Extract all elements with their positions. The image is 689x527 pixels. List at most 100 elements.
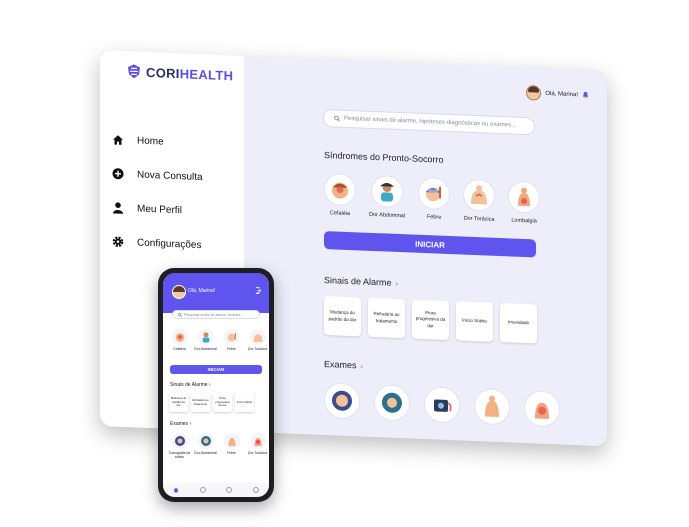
bell-icon[interactable]: [582, 91, 589, 99]
search-input[interactable]: Pesquisar sinais de alarme, hipóteses di…: [323, 108, 535, 136]
syndrome-card-febre[interactable]: Febre: [418, 176, 451, 221]
phone-search-placeholder: Pesquisar sinais de alarme, exames...: [184, 312, 244, 317]
anatomy-icon: [249, 433, 266, 449]
phone-tab-bar: [163, 483, 269, 497]
phone-exam-label: Dor Abdominal: [194, 451, 217, 455]
logout-icon[interactable]: [255, 287, 261, 294]
syndrome-card-dor-abdominal[interactable]: Dor Abdominal: [369, 174, 406, 220]
mri-icon: [197, 433, 214, 449]
alarm-card[interactable]: Início Súbito: [456, 301, 493, 342]
alarm-card[interactable]: Piora progressiva da dor: [412, 299, 449, 341]
sidebar-item-label: Configurações: [137, 236, 202, 251]
exam-card-skull-scan-icon[interactable]: [324, 381, 360, 420]
chevron-right-icon: ›: [395, 280, 398, 288]
skull-scan-icon: [171, 433, 188, 449]
syndrome-card-dor-toracica[interactable]: Dor Torácica: [463, 178, 496, 223]
phone-syndromes-list: Cefaléia Dor Abdominal Febre Dor Torácic…: [168, 329, 269, 351]
user-icon: [112, 201, 124, 214]
plus-circle-icon: [112, 167, 124, 180]
sidebar-item-label: Meu Perfil: [137, 202, 183, 216]
phone-alarm-card[interactable]: Início Súbito: [235, 393, 254, 412]
exam-card-pressure-icon[interactable]: [424, 386, 460, 424]
phone-exam-label: Febre: [227, 451, 236, 455]
alarm-card[interactable]: Mudança do padrão da dor: [324, 295, 361, 337]
phone-syndrome-card[interactable]: Dor Abdominal: [194, 329, 217, 351]
chevron-right-icon: ›: [189, 421, 192, 427]
alarms-title[interactable]: Sinais de Alarme ›: [324, 275, 398, 288]
phone-search-input[interactable]: Pesquisar sinais de alarme, exames...: [172, 310, 260, 319]
headache-icon: [324, 172, 356, 207]
chest-pain-icon: [463, 178, 496, 212]
phone-exam-card[interactable]: Dor Abdominal: [194, 433, 217, 459]
exams-list: [324, 381, 560, 428]
alarm-card[interactable]: Refratária ao tratamento: [368, 297, 405, 339]
phone-syndrome-card[interactable]: Cefaléia: [168, 329, 191, 351]
syndrome-label: Dor Abdominal: [369, 211, 406, 220]
phone-exams-title[interactable]: Exames ›: [170, 421, 191, 427]
brand-name-part1: CORI: [146, 64, 180, 81]
tab-icon[interactable]: [199, 487, 206, 493]
phone-alarms-title-text: Sinais de Alarme: [170, 382, 208, 388]
phone-syndrome-label: Dor Abdominal: [194, 347, 217, 351]
search-icon: [178, 312, 182, 317]
phone-exam-card[interactable]: Dor Torácica: [246, 433, 269, 459]
home-icon[interactable]: [173, 487, 179, 493]
start-button[interactable]: INICIAR: [324, 230, 536, 258]
phone-exam-card[interactable]: Tomografia de crânio: [168, 433, 191, 459]
phone-alarm-card[interactable]: Piora progressiva da dor: [213, 393, 232, 412]
brain-logo-icon: [128, 64, 140, 79]
phone-exam-label: Tomografia de crânio: [168, 451, 191, 460]
syndrome-label: Lombalgia: [511, 217, 537, 225]
headache-icon: [171, 329, 188, 345]
exam-card-mri-icon[interactable]: [374, 384, 410, 422]
user-menu[interactable]: Olá, Marina!: [526, 85, 589, 103]
phone-alarm-card[interactable]: Refratária ao tratamento: [191, 393, 210, 412]
search-icon: [334, 115, 340, 122]
phone-exam-card[interactable]: Febre: [220, 433, 243, 459]
syndromes-title: Síndromes do Pronto-Socorro: [324, 149, 444, 165]
app-logo[interactable]: CORIHEALTH: [126, 63, 233, 83]
phone-syndrome-label: Cefaléia: [173, 347, 186, 351]
chest-pain-icon: [249, 329, 266, 345]
alarm-card[interactable]: Imunidade: [500, 303, 537, 344]
back-pain-icon: [508, 180, 541, 214]
exams-title-text: Exames: [324, 358, 357, 371]
phone-exam-label: Dor Torácica: [248, 451, 267, 455]
syndrome-label: Febre: [426, 214, 442, 221]
search-placeholder: Pesquisar sinais de alarme, hipóteses di…: [344, 115, 517, 129]
phone-syndrome-label: Febre: [227, 347, 236, 351]
syndrome-card-cefaleia[interactable]: Cefaléia: [324, 172, 356, 217]
phone-syndrome-card[interactable]: Febre: [220, 329, 243, 351]
sidebar-nav: Home Nova Consulta Meu Perfil Configuraç…: [112, 122, 203, 262]
sidebar-item-meu-perfil[interactable]: Meu Perfil: [112, 190, 203, 228]
fever-icon: [223, 329, 240, 345]
home-icon: [112, 133, 124, 145]
phone-alarms-title[interactable]: Sinais de Alarme ›: [170, 382, 211, 388]
phone-greeting: Olá, Marina!: [188, 288, 216, 294]
torso-icon: [223, 433, 240, 449]
chevron-right-icon: ›: [360, 363, 363, 371]
sidebar-item-configuracoes[interactable]: Configurações: [112, 224, 203, 262]
exams-title[interactable]: Exames ›: [324, 359, 363, 371]
phone-screen: Olá, Marina! Pesquisar sinais de alarme,…: [163, 273, 269, 497]
sidebar-item-nova-consulta[interactable]: Nova Consulta: [112, 156, 203, 194]
main-content: Olá, Marina! Pesquisar sinais de alarme,…: [244, 56, 607, 447]
brand-name-part2: HEALTH: [179, 65, 234, 83]
sidebar-item-label: Home: [137, 134, 164, 148]
tab-icon[interactable]: [226, 487, 233, 493]
sidebar-item-label: Nova Consulta: [137, 168, 203, 183]
exam-card-anatomy-icon[interactable]: [524, 390, 560, 428]
phone-syndrome-label: Dor Torácica: [248, 347, 267, 351]
sidebar-item-home[interactable]: Home: [112, 122, 203, 160]
exam-card-torso-icon[interactable]: [474, 388, 510, 426]
syndrome-card-lombalgia[interactable]: Lombalgia: [508, 180, 541, 225]
phone-start-button[interactable]: INICIAR: [170, 365, 262, 374]
phone-mockup: Olá, Marina! Pesquisar sinais de alarme,…: [158, 268, 274, 502]
gear-icon: [112, 235, 124, 248]
phone-alarm-card[interactable]: Mudança do padrão da dor: [169, 393, 188, 412]
chevron-right-icon: ›: [208, 382, 211, 388]
alarms-list: Mudança do padrão da dor Refratária ao t…: [324, 295, 537, 344]
phone-syndrome-card[interactable]: Dor Torácica: [246, 329, 269, 351]
tab-icon[interactable]: [252, 487, 259, 493]
abdominal-pain-icon: [197, 329, 214, 345]
